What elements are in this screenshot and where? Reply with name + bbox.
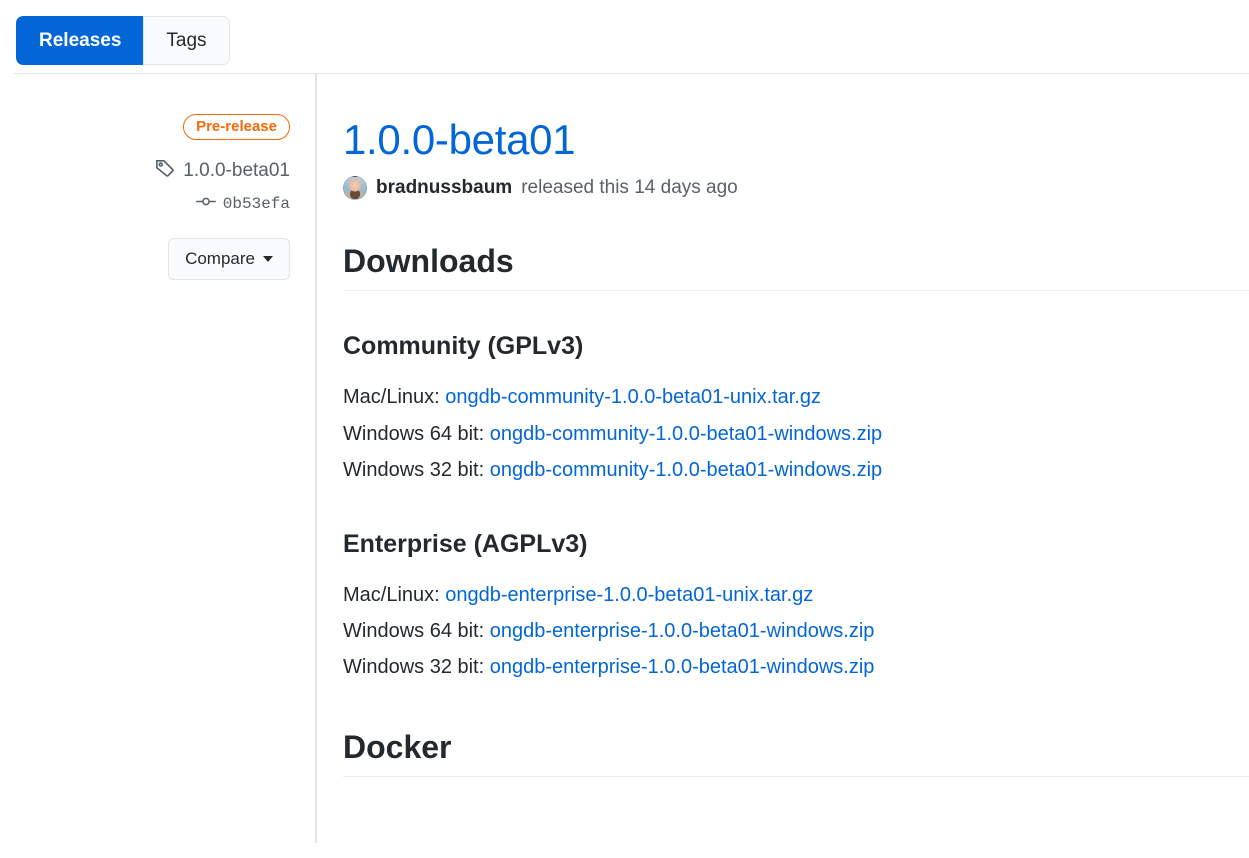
release-layout: Pre-release 1.0.0-beta01 0b53efa Compare… <box>0 74 1249 843</box>
download-row: Mac/Linux: ongdb-enterprise-1.0.0-beta01… <box>343 577 1249 613</box>
download-label: Windows 32 bit: <box>343 656 485 679</box>
release-byline: bradnussbaum released this 14 days ago <box>343 176 1249 201</box>
download-link[interactable]: ongdb-enterprise-1.0.0-beta01-windows.zi… <box>490 620 875 642</box>
download-row: Windows 32 bit: ongdb-enterprise-1.0.0-b… <box>343 649 1249 685</box>
release-content: 1.0.0-beta01 bradnussbaum released this … <box>317 74 1249 843</box>
tag-name: 1.0.0-beta01 <box>183 160 290 181</box>
tab-tags[interactable]: Tags <box>143 16 230 65</box>
commit-icon <box>195 194 216 214</box>
release-title[interactable]: 1.0.0-beta01 <box>343 117 1249 162</box>
download-link[interactable]: ongdb-community-1.0.0-beta01-unix.tar.gz <box>445 386 821 408</box>
releases-tags-toolbar: Releases Tags <box>0 0 1249 73</box>
community-download-list: Mac/Linux: ongdb-community-1.0.0-beta01-… <box>343 379 1249 488</box>
compare-button[interactable]: Compare <box>168 238 290 280</box>
download-link[interactable]: ongdb-community-1.0.0-beta01-windows.zip <box>490 459 882 481</box>
status-badge-prerelease: Pre-release <box>183 114 290 140</box>
download-label: Mac/Linux: <box>343 386 440 409</box>
download-row: Windows 32 bit: ongdb-community-1.0.0-be… <box>343 452 1249 488</box>
download-row: Windows 64 bit: ongdb-enterprise-1.0.0-b… <box>343 613 1249 649</box>
avatar[interactable] <box>343 176 367 201</box>
download-row: Windows 64 bit: ongdb-community-1.0.0-be… <box>343 416 1249 452</box>
release-sidebar: Pre-release 1.0.0-beta01 0b53efa Compare <box>0 74 317 843</box>
community-heading: Community (GPLv3) <box>343 332 584 361</box>
download-label: Windows 64 bit: <box>343 422 485 445</box>
commit-sha: 0b53efa <box>222 195 290 213</box>
release-author[interactable]: bradnussbaum <box>376 177 512 199</box>
releases-tags-button-group: Releases Tags <box>16 16 230 65</box>
downloads-heading: Downloads <box>343 242 1249 292</box>
enterprise-heading: Enterprise (AGPLv3) <box>343 529 588 558</box>
compare-button-wrap: Compare <box>0 238 290 280</box>
download-link[interactable]: ongdb-enterprise-1.0.0-beta01-windows.zi… <box>490 656 875 678</box>
download-row: Mac/Linux: ongdb-community-1.0.0-beta01-… <box>343 379 1249 415</box>
chevron-down-icon <box>263 256 273 262</box>
compare-button-label: Compare <box>185 249 255 268</box>
commit-row[interactable]: 0b53efa <box>0 194 290 214</box>
docker-heading: Docker <box>343 728 1249 778</box>
release-timestamp: released this 14 days ago <box>521 177 738 199</box>
tag-icon <box>155 158 175 184</box>
download-label: Mac/Linux: <box>343 583 440 606</box>
download-label: Windows 64 bit: <box>343 620 485 643</box>
enterprise-download-list: Mac/Linux: ongdb-enterprise-1.0.0-beta01… <box>343 577 1249 686</box>
download-label: Windows 32 bit: <box>343 459 485 482</box>
tab-releases[interactable]: Releases <box>16 16 144 65</box>
download-link[interactable]: ongdb-enterprise-1.0.0-beta01-unix.tar.g… <box>445 584 813 606</box>
tag-row[interactable]: 1.0.0-beta01 <box>0 158 290 184</box>
download-link[interactable]: ongdb-community-1.0.0-beta01-windows.zip <box>490 423 882 445</box>
